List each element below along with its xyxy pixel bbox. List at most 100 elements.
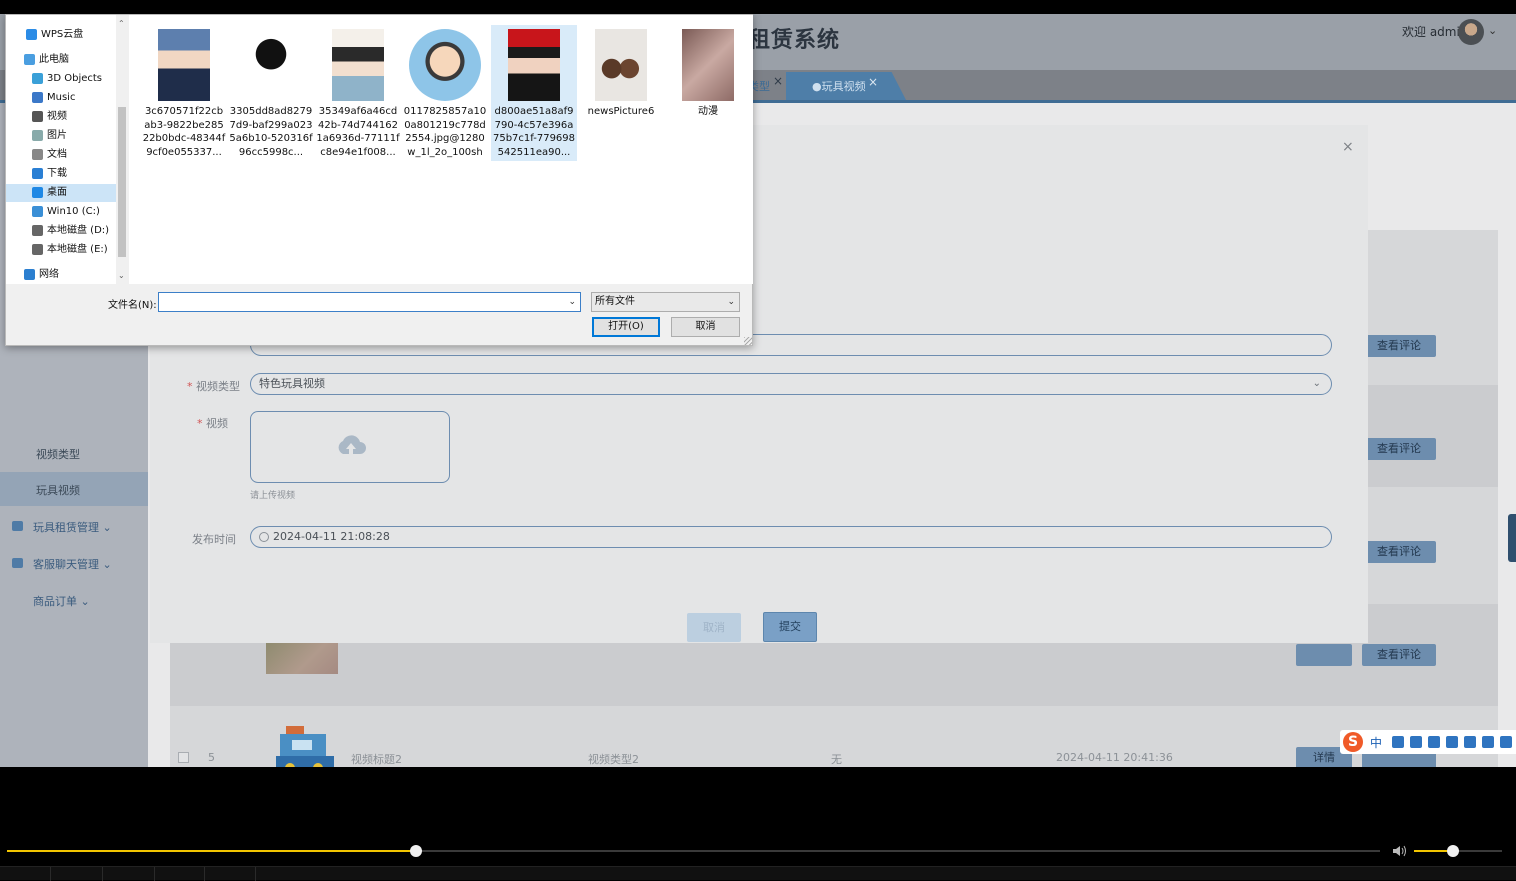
punctuation-icon[interactable]: [1392, 736, 1404, 748]
file-item[interactable]: 3c670571f22cbab3-9822be28522b0bdc-48344f…: [141, 25, 227, 161]
view-comments-button[interactable]: 查看评论: [1362, 438, 1436, 460]
nav-item-drive-e[interactable]: 本地磁盘 (E:): [6, 241, 116, 259]
file-item[interactable]: 0117825857a100a801219c778d2554.jpg@1280w…: [402, 25, 488, 161]
file-thumbnail: [508, 29, 560, 101]
close-icon[interactable]: ×: [773, 74, 783, 88]
sidebar-item-chat[interactable]: 客服聊天管理 ⌄: [0, 546, 148, 580]
nav-item-videos[interactable]: 视频: [6, 108, 116, 126]
progress-bar[interactable]: [7, 845, 1380, 857]
nav-item-drive-d[interactable]: 本地磁盘 (D:): [6, 222, 116, 240]
nav-scrollbar-thumb[interactable]: [118, 107, 126, 257]
file-thumbnail: [595, 29, 647, 101]
video-player-controls: [0, 767, 1516, 881]
nav-item-network[interactable]: 网络: [6, 266, 116, 284]
resize-grip[interactable]: [744, 337, 752, 345]
tab-toy-video-label: ●玩具视频: [812, 80, 866, 93]
file-item[interactable]: newsPicture6: [578, 25, 664, 161]
videos-icon: [32, 111, 43, 122]
filetype-select[interactable]: 所有文件 ⌄: [591, 292, 740, 312]
grid-icon[interactable]: [1482, 736, 1494, 748]
video-type-label-text: 视频类型: [196, 380, 240, 393]
sidebar-item-toy-video[interactable]: 玩具视频: [0, 472, 148, 506]
keyboard-icon[interactable]: [1428, 736, 1440, 748]
view-comments-button[interactable]: 查看评论: [1362, 644, 1436, 666]
nav-item-label: 桌面: [47, 187, 67, 198]
nav-item-wps-cloud[interactable]: WPS云盘: [6, 26, 116, 44]
nav-item-documents[interactable]: 文档: [6, 146, 116, 164]
chevron-up-icon[interactable]: ⌃: [118, 19, 125, 28]
skin-icon[interactable]: [1446, 736, 1458, 748]
close-icon[interactable]: ×: [868, 75, 878, 89]
file-item[interactable]: d800ae51a8af9790-4c57e396a75b7c1f-779698…: [491, 25, 577, 161]
open-button[interactable]: 打开(O): [592, 317, 660, 337]
video-type-select[interactable]: 特色玩具视频 ⌄: [250, 373, 1332, 395]
toolbox-icon[interactable]: [1464, 736, 1476, 748]
grid-icon: [12, 558, 23, 568]
sidebar-item-orders[interactable]: 商品订单 ⌄: [0, 583, 148, 617]
upload-hint: 请上传视频: [250, 491, 296, 501]
file-item[interactable]: 动漫: [665, 25, 751, 161]
progress-handle[interactable]: [410, 845, 423, 857]
mic-icon[interactable]: [1410, 736, 1422, 748]
drive-c-icon: [32, 206, 43, 217]
file-open-dialog: WPS云盘此电脑 3D Objects Music 视频图片文档 下载桌面 Win10 (…: [5, 14, 753, 346]
gear-icon[interactable]: [1500, 736, 1512, 748]
nav-item-downloads[interactable]: 下载: [6, 165, 116, 183]
view-comments-button[interactable]: 查看评论: [1362, 335, 1436, 357]
view-comments-button[interactable]: 查看评论: [1362, 541, 1436, 563]
nav-item-drive-c[interactable]: Win10 (C:): [6, 203, 116, 221]
volume-handle[interactable]: [1446, 845, 1459, 857]
nav-item-label: 3D Objects: [47, 73, 103, 84]
volume-icon[interactable]: [1392, 844, 1408, 858]
video-type-value: 特色玩具视频: [259, 377, 325, 390]
row-time: 2024-04-11 20:41:36: [1056, 751, 1173, 764]
detail-button[interactable]: [1296, 644, 1352, 666]
submit-button[interactable]: 提交: [763, 612, 817, 642]
close-icon[interactable]: ×: [1342, 139, 1354, 155]
nav-item-desktop[interactable]: 桌面: [6, 184, 116, 202]
cancel-button[interactable]: 取消: [671, 317, 740, 337]
nav-item-pictures[interactable]: 图片: [6, 127, 116, 145]
sidebar-item-toy-rental[interactable]: 玩具租赁管理 ⌄: [0, 509, 148, 543]
file-name: 3c670571f22cbab3-9822be28522b0bdc-48344f…: [142, 106, 226, 158]
sidebar-item-label: 玩具视频: [36, 484, 80, 497]
video-label-text: 视频: [206, 417, 228, 430]
avatar[interactable]: [1458, 19, 1484, 45]
video-type-label: * 视频类型: [187, 380, 240, 393]
screen: 租赁系统 欢迎 admin ⌄ 类型 × ●玩具视频 × 视频类型 玩具视频 玩…: [0, 14, 1516, 767]
ime-toolbar: S 中: [1340, 730, 1516, 754]
sogou-icon[interactable]: S: [1343, 732, 1363, 752]
progress-fill: [7, 850, 417, 852]
video-upload-area[interactable]: [250, 411, 450, 483]
sidebar-item-label: 商品订单 ⌄: [33, 595, 90, 608]
file-name: newsPicture6: [587, 106, 655, 117]
sidebar-item-label: 视频类型: [36, 448, 80, 461]
sidebar-item-label: 客服聊天管理 ⌄: [33, 558, 112, 571]
chevron-down-icon[interactable]: ⌄: [1488, 24, 1497, 37]
file-item[interactable]: 3305dd8ad82797d9-baf299a0235a6b10-520316…: [228, 25, 314, 161]
wps-cloud-icon: [26, 29, 37, 40]
volume-slider[interactable]: [1414, 845, 1502, 857]
nav-item-label: Win10 (C:): [47, 206, 100, 217]
nav-item-label: 视频: [47, 111, 67, 122]
nav-item-label: 此电脑: [39, 54, 69, 65]
scrollbar[interactable]: [1508, 514, 1516, 562]
sidebar-item-video-type[interactable]: 视频类型: [0, 436, 148, 470]
nav-item-music[interactable]: Music: [6, 89, 116, 107]
row-checkbox[interactable]: [178, 752, 189, 763]
cancel-button[interactable]: 取消: [687, 613, 741, 642]
chevron-down-icon[interactable]: ⌄: [118, 271, 125, 280]
file-item[interactable]: 35349af6a46cd42b-74d7441621a6936d-77111f…: [315, 25, 401, 161]
ime-language[interactable]: 中: [1370, 734, 1382, 751]
nav-item-label: 图片: [47, 130, 67, 141]
file-name: 3305dd8ad82797d9-baf299a0235a6b10-520316…: [229, 106, 313, 158]
file-name: 动漫: [698, 106, 718, 117]
row-type: 视频类型2: [588, 753, 639, 766]
nav-item-this-pc[interactable]: 此电脑: [6, 51, 116, 69]
filename-input[interactable]: ⌄: [158, 292, 581, 312]
nav-item-label: Music: [47, 92, 76, 103]
nav-item-3d-objects[interactable]: 3D Objects: [6, 70, 116, 88]
publish-time-input[interactable]: 2024-04-11 21:08:28: [250, 526, 1332, 548]
chevron-down-icon[interactable]: ⌄: [568, 293, 576, 311]
3d-objects-icon: [32, 73, 43, 84]
